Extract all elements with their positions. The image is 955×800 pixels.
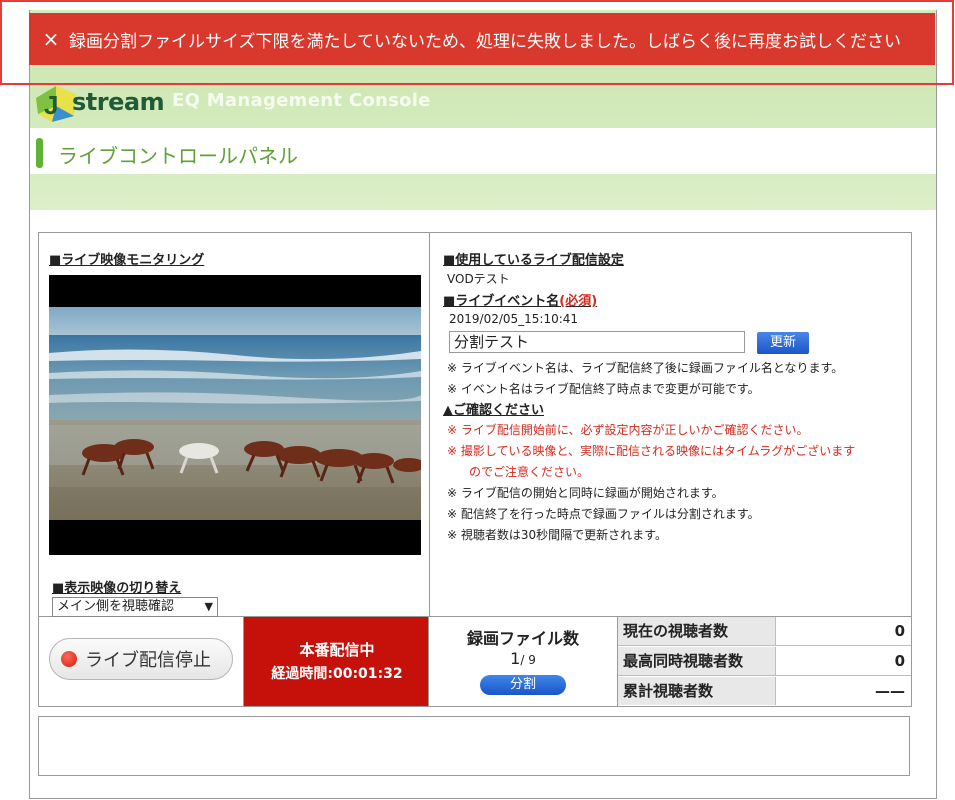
stat-current-label: 現在の視聴者数 [618, 617, 776, 645]
page-title: ライブコントロールパネル [58, 144, 298, 168]
video-frame-icon [49, 275, 421, 555]
stat-row: 最高同時視聴者数 0 [618, 647, 911, 676]
record-dot-icon [61, 651, 77, 667]
control-panel: ■ライブ映像モニタリング ■表示映像の切り替え メイン側を視聴確認 ▼ ■使用し… [38, 232, 912, 707]
live-video-monitor[interactable] [49, 275, 421, 555]
logo-j: J [44, 90, 58, 120]
note-recording-start: ※ ライブ配信の開始と同時に録画が開始されます。 [447, 486, 724, 500]
stat-row: 累計視聴者数 —— [618, 677, 911, 706]
note-viewer-update: ※ 視聴者数は30秒間隔で更新されます。 [447, 528, 667, 542]
settings-title: ■使用しているライブ配信設定 [443, 253, 624, 268]
note-event-change: ※ イベント名はライブ配信終了時点まで変更が可能です。 [447, 382, 760, 396]
error-message: 録画分割ファイルサイズ下限を満たしていないため、処理に失敗しました。しばらく後に… [69, 31, 901, 52]
stat-peak-value: 0 [894, 652, 905, 670]
live-status-cell: 本番配信中 経過時間:00:01:32 [243, 617, 429, 706]
warning-time-lag-cont: のでご注意ください。 [469, 465, 590, 479]
event-name-input[interactable]: 分割テスト [449, 331, 745, 353]
error-banner: × 録画分割ファイルサイズ下限を満たしていないため、処理に失敗しました。しばらく… [29, 13, 935, 65]
message-area [38, 716, 910, 776]
view-switch-select[interactable]: メイン側を視聴確認 ▼ [52, 597, 218, 617]
switch-title: ■表示映像の切り替え [52, 581, 182, 596]
recording-count: 1/ 9 [429, 649, 617, 668]
console-frame: J stream EQ Management Console ライブコントロール… [29, 10, 937, 799]
console-title: EQ Management Console [172, 90, 431, 111]
recording-files-title: 録画ファイル数 [466, 629, 579, 648]
stat-total-value: —— [875, 682, 905, 700]
settings-value: VODテスト [447, 272, 510, 286]
required-mark: (必須) [559, 294, 598, 309]
monitor-title: ■ライブ映像モニタリング [49, 253, 205, 268]
status-row: ライブ配信停止 本番配信中 経過時間:00:01:32 録画ファイル数 1/ 9… [39, 617, 911, 706]
close-icon[interactable]: × [41, 27, 61, 51]
note-event-name: ※ ライブイベント名は、ライブ配信終了後に録画ファイル名となります。 [447, 361, 844, 375]
recording-current: 1 [510, 649, 521, 668]
update-button[interactable]: 更新 [757, 332, 809, 354]
confirm-title: ▲ご確認ください [443, 403, 544, 418]
stat-peak-label: 最高同時視聴者数 [618, 647, 776, 675]
recording-cell: 録画ファイル数 1/ 9 分割 [429, 617, 618, 706]
page-title-accent [36, 138, 43, 168]
note-recording-split: ※ 配信終了を行った時点で録画ファイルは分割されます。 [447, 507, 760, 521]
view-switch-value: メイン側を視聴確認 [57, 599, 175, 614]
stat-current-value: 0 [894, 622, 905, 640]
warning-check-settings: ※ ライブ配信開始前に、必ず設定内容が正しいかご確認ください。 [447, 423, 809, 437]
vertical-divider [429, 233, 430, 616]
warning-time-lag: ※ 撮影している映像と、実際に配信される映像にはタイムラグがございます [447, 444, 856, 458]
stop-live-label: ライブ配信停止 [85, 650, 211, 671]
split-button[interactable]: 分割 [480, 675, 566, 695]
logo-text: stream [72, 88, 165, 116]
elapsed-time: 経過時間:00:01:32 [271, 666, 403, 682]
recording-total: / 9 [520, 653, 536, 667]
stop-cell: ライブ配信停止 [39, 617, 243, 706]
viewer-stats: 現在の視聴者数 0 最高同時視聴者数 0 累計視聴者数 —— [618, 617, 911, 706]
stat-total-label: 累計視聴者数 [618, 677, 776, 705]
live-status: 本番配信中 [299, 641, 375, 659]
stop-live-button[interactable]: ライブ配信停止 [49, 638, 233, 680]
jstream-logo: J stream [34, 84, 165, 124]
event-name-label: ■ライブイベント名 [443, 294, 560, 309]
stat-row: 現在の視聴者数 0 [618, 617, 911, 646]
event-date: 2019/02/05_15:10:41 [449, 312, 579, 326]
dropdown-arrow-icon: ▼ [204, 600, 213, 613]
event-name-title: ■ライブイベント名(必須) [443, 290, 597, 309]
